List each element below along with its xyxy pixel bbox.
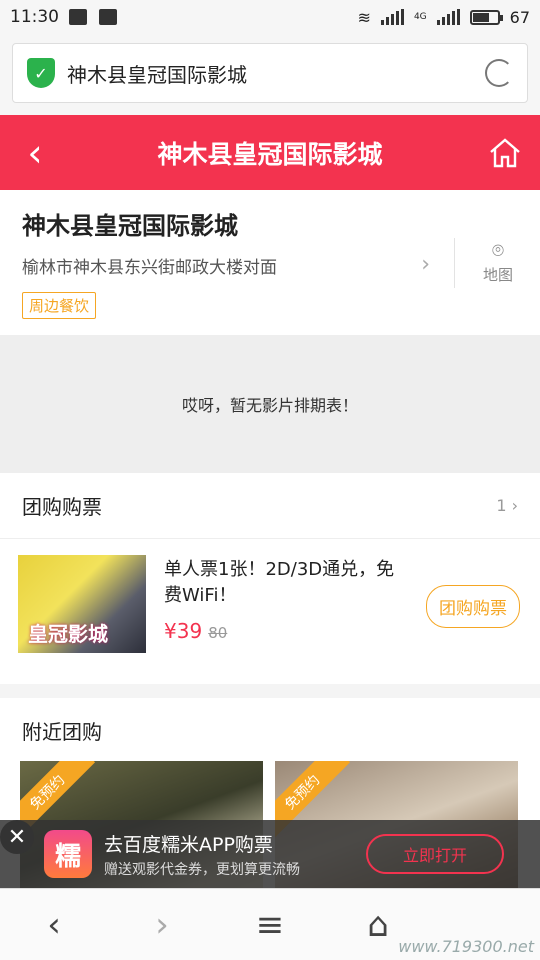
wifi-icon: ≋ xyxy=(357,7,371,27)
deal-poster: 皇冠影城 xyxy=(18,555,146,653)
group-section-title: 团购购票 xyxy=(22,495,102,519)
group-deal[interactable]: 皇冠影城 单人票1张！2D/3D通兑，免费WiFi！ ¥39 80 团购购票 xyxy=(0,539,540,684)
notification-icon xyxy=(69,9,87,25)
signal-icon-2 xyxy=(436,9,460,25)
deal-price: ¥39 xyxy=(164,619,203,643)
network-type: 4G xyxy=(413,12,427,22)
poster-text: 皇冠影城 xyxy=(28,622,108,646)
cinema-address[interactable]: 榆林市神木县东兴街邮政大楼对面 xyxy=(22,253,518,278)
cinema-info: 神木县皇冠国际影城 榆林市神木县东兴街邮政大楼对面 › ⌾ 地图 周边餐饮 xyxy=(0,190,540,335)
nuomi-logo-icon: 糯 xyxy=(44,830,92,878)
banner-title: 去百度糯米APP购票 xyxy=(104,833,273,856)
status-bar: 11:30 ≋ 4G 67 xyxy=(0,0,540,34)
page-header: ‹ 神木县皇冠国际影城 xyxy=(0,115,540,190)
cinema-name: 神木县皇冠国际影城 xyxy=(22,212,238,240)
battery-icon xyxy=(469,9,503,25)
group-count: 1 › xyxy=(496,496,518,515)
deal-original-price: 80 xyxy=(208,624,228,642)
secure-shield-icon: ✓ xyxy=(27,58,55,88)
image-notification-icon xyxy=(99,9,117,25)
nav-menu-icon[interactable]: ≡ xyxy=(230,905,310,945)
signal-icon xyxy=(380,9,404,25)
close-icon[interactable]: ✕ xyxy=(0,820,34,854)
app-download-banner: ✕ 糯 去百度糯米APP购票 赠送观影代金券，更划算更流畅 立即打开 xyxy=(0,820,540,888)
group-buy-button[interactable]: 团购购票 xyxy=(426,585,520,628)
chevron-right-icon[interactable]: › xyxy=(421,252,430,277)
deal-price-row: ¥39 80 xyxy=(164,619,404,643)
site-watermark: www.719300.net xyxy=(398,937,534,956)
home-icon[interactable] xyxy=(470,136,540,170)
banner-subtitle: 赠送观影代金券，更划算更流畅 xyxy=(104,861,300,878)
divider xyxy=(454,238,455,288)
schedule-empty: 哎呀，暂无影片排期表！ xyxy=(0,335,540,473)
battery-level: 67 xyxy=(509,7,530,27)
deal-description: 单人票1张！2D/3D通兑，免费WiFi！ xyxy=(164,559,395,606)
refresh-icon[interactable] xyxy=(485,59,513,87)
nav-back-icon[interactable]: ‹ xyxy=(14,905,94,945)
page-title: 神木县皇冠国际影城 xyxy=(157,139,383,169)
status-time: 11:30 xyxy=(10,7,59,27)
group-section-header[interactable]: 团购购票 1 › xyxy=(0,473,540,539)
nearby-food-tag[interactable]: 周边餐饮 xyxy=(22,292,97,319)
map-label: 地图 xyxy=(482,266,513,284)
back-icon[interactable]: ‹ xyxy=(0,131,70,175)
nearby-title: 附近团购 xyxy=(22,720,102,744)
address-bar-title: 神木县皇冠国际影城 xyxy=(67,62,247,87)
location-pin-icon: ⌾ xyxy=(492,238,504,262)
nav-forward-icon[interactable]: › xyxy=(122,905,202,945)
browser-bar: ✓ 神木县皇冠国际影城 xyxy=(0,34,540,115)
address-bar[interactable]: ✓ 神木县皇冠国际影城 xyxy=(12,43,528,103)
schedule-empty-text: 哎呀，暂无影片排期表！ xyxy=(181,396,358,415)
map-button[interactable]: ⌾ 地图 xyxy=(468,238,528,285)
open-app-button[interactable]: 立即打开 xyxy=(366,834,504,874)
